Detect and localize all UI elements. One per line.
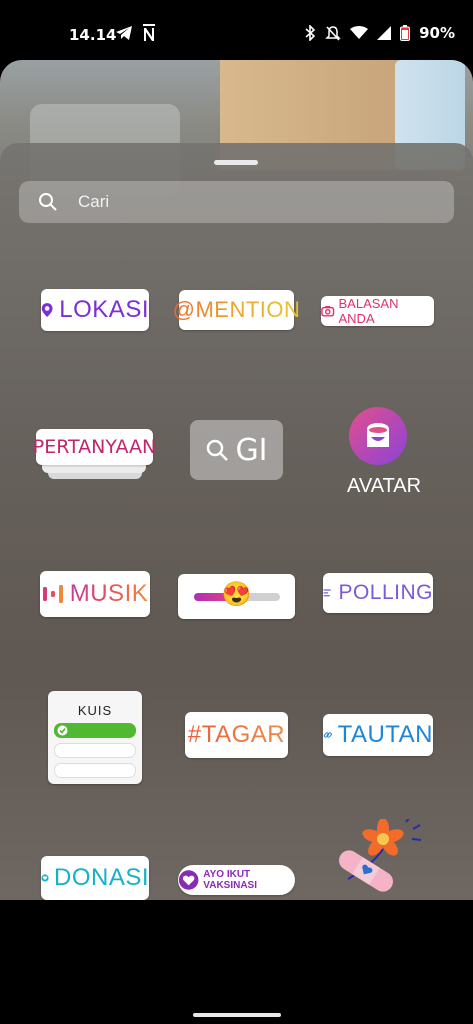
camera-icon <box>321 305 335 317</box>
n-notification-icon <box>143 24 155 41</box>
pertanyaan-label: PERTANYAAN <box>32 436 157 458</box>
tagar-label: #TAGAR <box>187 721 286 748</box>
search-icon <box>39 193 57 211</box>
signal-icon <box>377 26 392 40</box>
music-bars-icon <box>42 585 63 603</box>
search-icon <box>207 439 229 461</box>
battery-percent: 90% <box>419 24 455 42</box>
donasi-label: DONASI <box>53 864 149 891</box>
emoji-slider-track[interactable]: 😍 <box>193 581 280 608</box>
sticker-tray-sheet[interactable]: LOKASI @MENTION BALASAN ANDA PERTANYAAN … <box>0 143 473 900</box>
sticker-donasi[interactable]: DONASI <box>41 856 149 900</box>
battery-icon <box>400 25 411 41</box>
home-gesture-handle[interactable] <box>193 1013 281 1017</box>
kuis-option <box>54 743 136 758</box>
sticker-gif[interactable]: GI <box>190 420 283 480</box>
wifi-icon <box>350 26 369 39</box>
tautan-label: TAUTAN <box>337 721 433 748</box>
sticker-avatar[interactable]: AVATAR <box>330 405 426 505</box>
status-time: 14.14 <box>69 26 117 44</box>
sticker-musik[interactable]: MUSIK <box>40 571 150 617</box>
location-pin-icon <box>41 303 53 317</box>
mute-bell-icon <box>325 26 341 41</box>
polling-label: POLLING <box>338 581 433 604</box>
sticker-mention[interactable]: @MENTION <box>173 290 300 330</box>
sticker-search-bar[interactable] <box>19 181 454 223</box>
sticker-tautan[interactable]: TAUTAN <box>323 714 433 756</box>
heart-badge-icon <box>178 870 199 890</box>
poll-lines-icon <box>323 589 331 597</box>
mention-label: @MENTION <box>172 297 301 322</box>
balasan-label: BALASAN ANDA <box>338 296 399 326</box>
kuis-option <box>54 763 136 778</box>
sticker-search-input[interactable] <box>76 191 420 213</box>
sticker-emoji-slider[interactable]: 😍 <box>178 574 295 619</box>
sticker-balasan-anda[interactable]: BALASAN ANDA <box>321 296 434 326</box>
vaksinasi-label: AYO IKUT VAKSINASI <box>203 869 258 891</box>
heart-circle-icon <box>41 874 49 882</box>
bandage-flower-icon <box>339 819 422 892</box>
telegram-icon <box>116 26 132 40</box>
sticker-ayo-ikut-vaksinasi[interactable]: AYO IKUT VAKSINASI <box>178 865 295 895</box>
lokasi-label: LOKASI <box>59 296 149 323</box>
sticker-kuis[interactable]: KUIS <box>48 691 142 784</box>
sticker-polling[interactable]: POLLING <box>323 573 433 613</box>
sticker-bandage-flower[interactable] <box>328 819 428 899</box>
musik-label: MUSIK <box>69 580 149 607</box>
sticker-pertanyaan[interactable]: PERTANYAAN <box>33 429 156 481</box>
sticker-lokasi[interactable]: LOKASI <box>41 289 149 331</box>
status-bar: 14.14 90% <box>0 0 473 60</box>
avatar-face-icon <box>367 423 389 447</box>
system-navigation-bar <box>0 900 473 1024</box>
checkmark-icon <box>57 725 68 736</box>
sticker-tagar[interactable]: #TAGAR <box>185 712 288 758</box>
gif-label: GI <box>235 432 268 468</box>
sheet-drag-handle[interactable] <box>214 160 258 165</box>
kuis-label: KUIS <box>77 703 113 718</box>
link-icon <box>323 732 332 738</box>
kuis-option-correct <box>54 723 136 738</box>
emoji-slider-thumb[interactable]: 😍 <box>222 580 252 609</box>
bluetooth-icon <box>305 25 316 41</box>
avatar-label: AVATAR <box>347 475 422 497</box>
